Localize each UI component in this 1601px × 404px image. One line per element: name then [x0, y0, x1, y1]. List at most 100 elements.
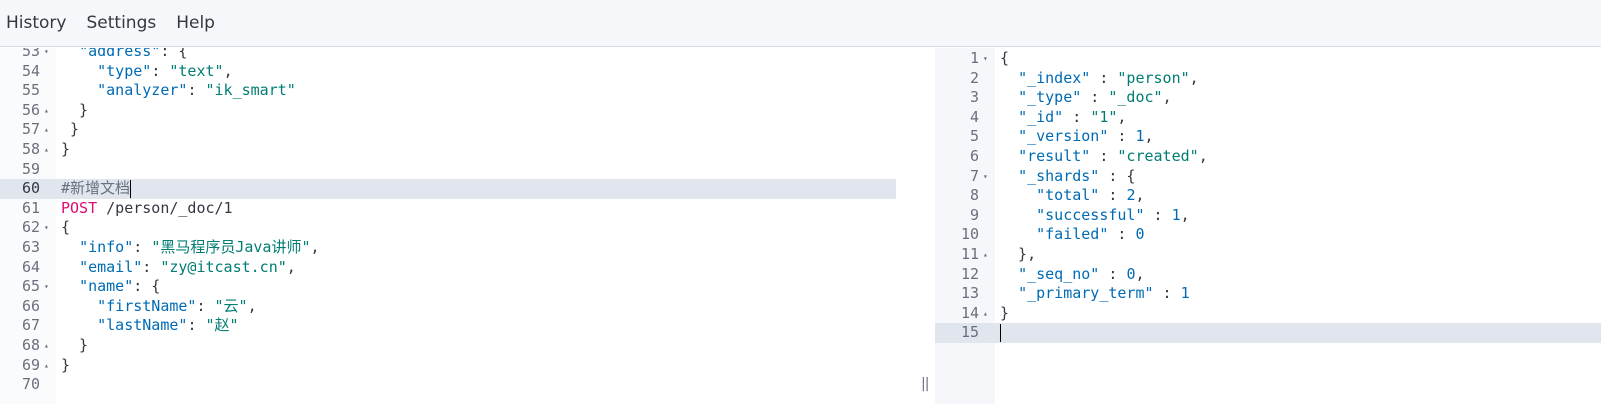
request-line[interactable]: 59	[0, 160, 917, 180]
response-line[interactable]: 13 "_primary_term" : 1	[935, 284, 1601, 304]
line-number: 4	[969, 107, 979, 126]
request-line[interactable]: 58 ▴}	[0, 140, 917, 160]
fold-end-icon[interactable]: ▴	[983, 245, 988, 265]
menu-history[interactable]: History	[0, 0, 76, 47]
code-text[interactable]: }	[61, 140, 70, 160]
code-text[interactable]: "successful" : 1,	[1000, 206, 1190, 226]
code-text[interactable]: POST /person/_doc/1	[61, 199, 233, 219]
response-line[interactable]: 12 "_seq_no" : 0,	[935, 265, 1601, 285]
response-line[interactable]: 7 ▾ "_shards" : {	[935, 167, 1601, 187]
fold-end-icon[interactable]: ▴	[44, 336, 49, 356]
pane-resizer[interactable]	[917, 48, 935, 404]
response-line[interactable]: 9 "successful" : 1,	[935, 206, 1601, 226]
request-line[interactable]: 56 ▴ }	[0, 101, 917, 121]
fold-collapse-icon[interactable]: ▾	[44, 218, 49, 238]
code-text[interactable]: },	[1000, 245, 1036, 265]
fold-end-icon[interactable]: ▴	[44, 356, 49, 376]
code-text[interactable]: "_primary_term" : 1	[1000, 284, 1190, 304]
code-text[interactable]: "_shards" : {	[1000, 167, 1135, 187]
request-line[interactable]: 65 ▾ "name": {	[0, 277, 917, 297]
request-line[interactable]: 54 "type": "text",	[0, 62, 917, 82]
code-text[interactable]: }	[1000, 304, 1009, 324]
code-text[interactable]: "address": {	[61, 48, 187, 62]
request-line[interactable]: 69 ▴}	[0, 356, 917, 376]
code-text[interactable]: "_index" : "person",	[1000, 69, 1199, 89]
code-text[interactable]: {	[1000, 49, 1009, 69]
response-line[interactable]: 3 "_type" : "_doc",	[935, 88, 1601, 108]
code-text[interactable]: "type": "text",	[61, 62, 232, 82]
request-editor-lines[interactable]: 53 ▾ "address": {54 "type": "text", 55 "an…	[0, 48, 917, 395]
line-number: 2	[969, 68, 979, 87]
fold-collapse-icon[interactable]: ▾	[44, 277, 49, 297]
response-line[interactable]: 5 "_version" : 1,	[935, 127, 1601, 147]
request-line[interactable]: 70	[0, 375, 917, 395]
response-line[interactable]: 8 "total" : 2,	[935, 186, 1601, 206]
menu-settings[interactable]: Settings	[76, 0, 166, 47]
request-line[interactable]: 61 POST /person/_doc/1	[0, 199, 917, 219]
fold-end-icon[interactable]: ▴	[44, 140, 49, 160]
request-line[interactable]: 68 ▴ }	[0, 336, 917, 356]
response-line[interactable]: 1 ▾ {	[935, 49, 1601, 69]
response-line[interactable]: 14 ▴}	[935, 304, 1601, 324]
request-line[interactable]: 64 "email": "zy@itcast.cn",	[0, 258, 917, 278]
code-text[interactable]: "_seq_no" : 0,	[1000, 265, 1144, 285]
code-text[interactable]: }	[61, 356, 70, 376]
code-text[interactable]: }	[61, 120, 79, 140]
line-number: 14	[960, 303, 979, 322]
fold-end-icon[interactable]: ▴	[44, 101, 49, 121]
code-text[interactable]	[1000, 323, 1001, 343]
resizer-handle-icon[interactable]: ||	[921, 376, 930, 392]
code-text[interactable]: {	[61, 218, 70, 238]
code-text[interactable]: "name": {	[61, 277, 160, 297]
code-text[interactable]: "failed" : 0	[1000, 225, 1144, 245]
code-text[interactable]: "_id" : "1",	[1000, 108, 1126, 128]
code-text[interactable]: "lastName": "赵"	[61, 316, 238, 336]
code-text[interactable]: "analyzer": "ik_smart"	[61, 81, 296, 101]
request-line[interactable]: 66 "firstName": "云",	[0, 297, 917, 317]
line-number: 53	[21, 48, 40, 60]
fold-collapse-icon[interactable]: ▾	[44, 48, 49, 62]
request-line[interactable]: 60 #新增文档	[0, 179, 896, 199]
line-number: 65	[21, 277, 40, 296]
response-line[interactable]: 6 "result" : "created",	[935, 147, 1601, 167]
line-number: 8	[969, 186, 979, 205]
request-line[interactable]: 55 "analyzer": "ik_smart"	[0, 81, 917, 101]
code-text[interactable]: "info": "黑马程序员Java讲师",	[61, 238, 319, 258]
response-editor-lines[interactable]: 1 ▾{2 "_index" : "person", 3 "_type" : "_d…	[935, 49, 1601, 343]
code-text[interactable]: "_type" : "_doc",	[1000, 88, 1172, 108]
response-line[interactable]: 4 "_id" : "1",	[935, 108, 1601, 128]
menu-help[interactable]: Help	[166, 0, 225, 47]
menu-bar: History Settings Help	[0, 0, 1601, 47]
line-number: 56	[21, 100, 40, 119]
line-number: 58	[21, 139, 40, 158]
code-text[interactable]: }	[61, 101, 88, 121]
request-line[interactable]: 53 ▾ "address": {	[0, 48, 917, 62]
code-text[interactable]: "firstName": "云",	[61, 297, 257, 317]
line-number: 68	[21, 335, 40, 354]
line-number: 9	[969, 205, 979, 224]
request-editor[interactable]: 53 ▾ "address": {54 "type": "text", 55 "an…	[0, 48, 917, 404]
request-line[interactable]: 57 ▴ }	[0, 120, 917, 140]
response-line[interactable]: 2 "_index" : "person",	[935, 69, 1601, 89]
code-text[interactable]: "total" : 2,	[1000, 186, 1144, 206]
response-line[interactable]: 10 "failed" : 0	[935, 225, 1601, 245]
line-number: 64	[21, 257, 40, 276]
fold-end-icon[interactable]: ▴	[44, 120, 49, 140]
code-text[interactable]: #新增文档	[61, 179, 132, 199]
fold-collapse-icon[interactable]: ▾	[983, 49, 988, 69]
response-line[interactable]: 15	[935, 323, 1601, 343]
code-text[interactable]: "result" : "created",	[1000, 147, 1208, 167]
code-text[interactable]: }	[61, 336, 88, 356]
fold-end-icon[interactable]: ▴	[983, 304, 988, 324]
request-line[interactable]: 62 ▾ {	[0, 218, 917, 238]
text-cursor	[130, 179, 132, 198]
code-text[interactable]: "_version" : 1,	[1000, 127, 1153, 147]
fold-collapse-icon[interactable]: ▾	[983, 167, 988, 187]
code-text[interactable]: "email": "zy@itcast.cn",	[61, 258, 296, 278]
response-line[interactable]: 11 ▴ },	[935, 245, 1601, 265]
line-number: 59	[21, 159, 40, 178]
response-editor[interactable]: 1 ▾{2 "_index" : "person", 3 "_type" : "_d…	[935, 48, 1601, 404]
request-line[interactable]: 67 "lastName": "赵"	[0, 316, 917, 336]
request-line[interactable]: 63 "info": "黑马程序员Java讲师",	[0, 238, 917, 258]
line-number: 12	[960, 264, 979, 283]
